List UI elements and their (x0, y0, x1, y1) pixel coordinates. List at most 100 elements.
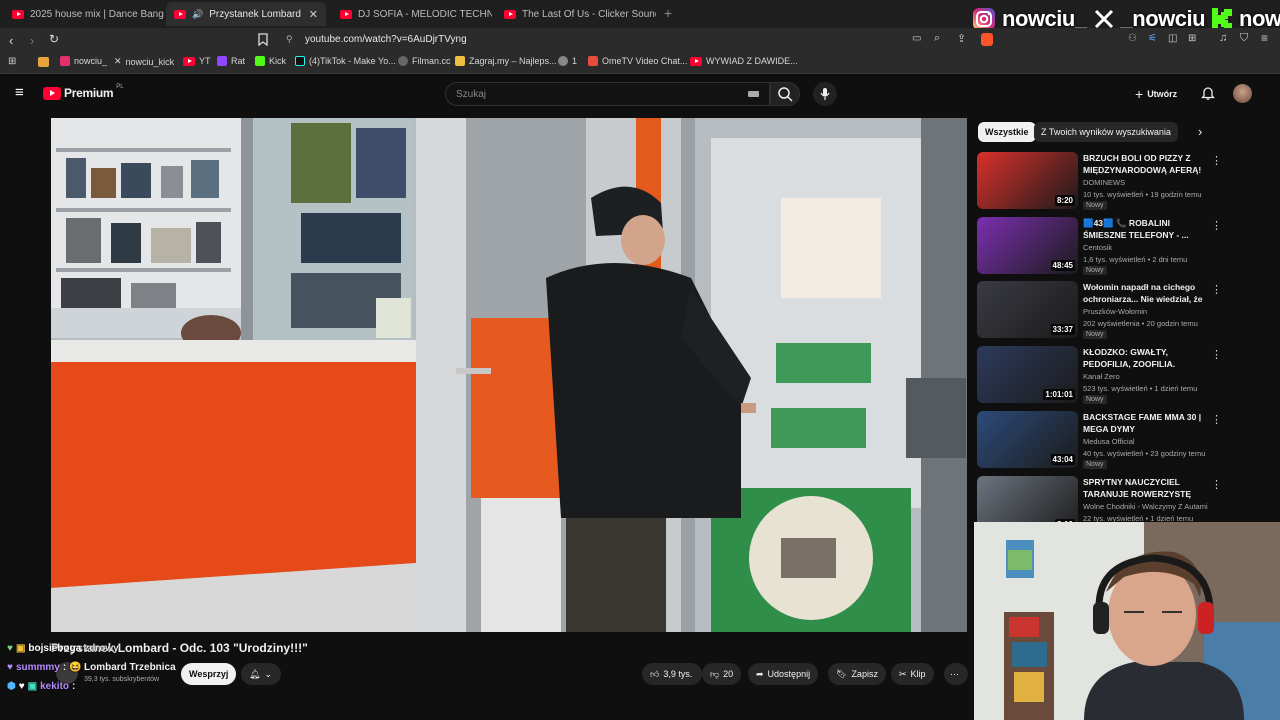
tab-last-of-us[interactable]: The Last Of Us - Clicker Sound Effect (496, 2, 656, 26)
video-thumbnail[interactable]: 8:20 (977, 152, 1078, 209)
channel-name[interactable]: DOMINEWS (1083, 178, 1125, 187)
more-vert-icon[interactable]: ⋮ (1211, 219, 1222, 232)
support-button[interactable]: Wesprzyj (181, 663, 237, 685)
channel-name[interactable]: Kanał Zero (1083, 372, 1120, 381)
more-vert-icon[interactable]: ⋮ (1211, 478, 1222, 491)
bookmark-tiktok[interactable]: (4)TikTok - Make Yo... (295, 56, 396, 66)
video-title[interactable]: BRZUCH BOLI OD PIZZY Z MIĘDZYNARODOWĄ AF… (1083, 153, 1205, 176)
heart-icon: ♥ (7, 662, 13, 673)
channel-name[interactable]: Centosik (1083, 243, 1112, 252)
recommended-video[interactable]: 1:01:01 KŁODZKO: GWAŁTY, PEDOFILIA, ZOOFI… (977, 346, 1222, 404)
chip-from-search[interactable]: Z Twoich wyników wyszukiwania (1034, 122, 1178, 142)
create-button[interactable]: + Utwórz (1135, 86, 1177, 102)
tab-title: 2025 house mix | Dance Bangers - Yo (30, 8, 164, 20)
search-button[interactable] (770, 82, 800, 106)
search-input[interactable]: Szukaj (445, 82, 770, 106)
bookmark-nowciu-instagram[interactable]: nowciu_ (60, 56, 107, 66)
bookmark-ometv[interactable]: OmeTV Video Chat... (588, 56, 687, 66)
video-thumbnail[interactable]: 1:01:01 (977, 346, 1078, 403)
youtube-premium-logo[interactable]: Premium PL (43, 84, 124, 100)
sidebar-toggle-icon[interactable]: ◫ (1168, 33, 1177, 44)
video-title[interactable]: Wołomin napadł na cichego ochroniarza...… (1083, 282, 1205, 306)
bookmark-label: nowciu_kick (125, 56, 175, 67)
more-vert-icon[interactable]: ⋮ (1211, 283, 1222, 296)
chat-username: kekito (40, 681, 70, 692)
close-tab-icon[interactable]: ✕ (309, 8, 318, 21)
tab-house-mix[interactable]: 2025 house mix | Dance Bangers - Yo (4, 2, 164, 26)
channel-name[interactable]: Lombard Trzebnica (84, 662, 176, 673)
reload-icon[interactable]: ↻ (49, 32, 59, 46)
tab-title: Przystanek Lombard - Odc. 1 (209, 8, 303, 20)
recommended-video[interactable]: 43:04 BACKSTAGE FAME MMA 30 | MEGA DYMY Me… (977, 411, 1222, 469)
zoom-icon[interactable]: ⌕ (934, 32, 940, 45)
youtube-favicon-icon (340, 9, 352, 19)
clip-button[interactable]: ✂ Klip (891, 663, 934, 685)
like-count: 3,9 tys. (663, 669, 693, 679)
dislike-button[interactable]: 👎︎ 20 (702, 663, 742, 685)
tab-search-icon[interactable]: ⊞ (1188, 33, 1196, 44)
badge-icon: ▣ (27, 681, 38, 692)
shield-icon[interactable]: ⛉ (1240, 32, 1248, 45)
instagram-icon (60, 56, 70, 66)
video-title[interactable]: SPRYTNY NAUCZYCIEL TARANUJE ROWERZYSTĘ P… (1083, 477, 1205, 501)
brave-shield-icon[interactable] (981, 33, 993, 46)
channel-name[interactable]: Medusa Official (1083, 437, 1135, 446)
music-icon[interactable]: ♫ (1219, 32, 1227, 44)
twitch-icon (217, 56, 227, 66)
video-thumbnail[interactable]: 33:37 (977, 281, 1078, 338)
back-icon[interactable]: ‹ (9, 33, 13, 48)
apps-grid-icon[interactable]: ⊞ (8, 56, 16, 67)
more-vert-icon[interactable]: ⋮ (1211, 413, 1222, 426)
recommended-video[interactable]: 48:45 🟦43🟦 📞 ROBALINI ŚMIESZNE TELEFONY -… (977, 217, 1222, 275)
plus-icon: + (1135, 86, 1144, 102)
hamburger-menu-icon[interactable]: ≡ (15, 84, 24, 101)
globe-icon (398, 56, 408, 66)
notifications-bell-icon[interactable] (1201, 85, 1215, 101)
bookmark-label: OmeTV Video Chat... (602, 56, 688, 66)
bookmark-rat[interactable]: Rat (217, 56, 245, 66)
bookmark-icon[interactable] (258, 33, 268, 46)
video-title[interactable]: BACKSTAGE FAME MMA 30 | MEGA DYMY (1083, 412, 1205, 435)
bookmark-yt[interactable]: YT (183, 56, 211, 66)
voice-search-button[interactable] (813, 82, 837, 106)
subscription-bell-button[interactable]: 🔔︎ ⌄ (241, 663, 281, 685)
avatar[interactable] (1233, 84, 1252, 103)
channel-name[interactable]: Wolne Chodniki - Walczymy Z Autami (1083, 502, 1208, 511)
new-badge: Nowy (1083, 201, 1107, 210)
share-button[interactable]: ➦ Udostępnij (748, 663, 819, 685)
more-actions-button[interactable]: ⋯ (944, 663, 968, 685)
chevron-right-icon[interactable]: › (1198, 124, 1202, 139)
bookmark-nowciu-kick[interactable]: ✕ nowciu_kick (114, 56, 174, 67)
more-vert-icon[interactable]: ⋮ (1211, 154, 1222, 167)
bookmark-wywiad[interactable]: WYWIAD Z DAWIDE... (690, 56, 798, 66)
video-title[interactable]: KŁODZKO: GWAŁTY, PEDOFILIA, ZOOFILIA. WS… (1083, 347, 1205, 371)
chip-all[interactable]: Wszystkie (978, 122, 1036, 142)
video-title[interactable]: 🟦43🟦 📞 ROBALINI ŚMIESZNE TELEFONY - ... (1083, 218, 1205, 241)
recommended-video[interactable]: 33:37 Wołomin napadł na cichego ochroniar… (977, 281, 1222, 339)
share-page-icon[interactable]: ⇪ (957, 32, 966, 45)
new-tab-button[interactable]: + (664, 5, 672, 21)
recommended-video[interactable]: 8:20 BRZUCH BOLI OD PIZZY Z MIĘDZYNARODOW… (977, 152, 1222, 210)
extension-icon[interactable]: ⚇ (1128, 33, 1137, 44)
keyboard-icon[interactable] (748, 91, 759, 97)
bookmark-zagraj[interactable]: Zagraj.my – Najleps... (455, 56, 557, 66)
video-thumbnail[interactable]: 43:04 (977, 411, 1078, 468)
bookmark-kick[interactable]: Kick (255, 56, 286, 66)
cast-icon[interactable]: ▭ (912, 33, 921, 44)
folder-icon[interactable] (38, 57, 49, 67)
bookmark-filman[interactable]: Filman.cc (398, 56, 451, 66)
like-button[interactable]: 👍︎ 3,9 tys. (642, 663, 703, 685)
tab-przystanek-lombard[interactable]: 🔊 Przystanek Lombard - Odc. 1 ✕ (166, 2, 326, 26)
url-bar[interactable]: youtube.com/watch?v=6AuDjrTVyng (305, 34, 467, 45)
video-thumbnail[interactable]: 48:45 (977, 217, 1078, 274)
video-player[interactable] (51, 118, 967, 632)
bookmark-1[interactable]: 1 (558, 56, 577, 66)
menu-icon[interactable]: ≡ (1261, 31, 1268, 45)
forward-icon[interactable]: › (30, 33, 34, 48)
channel-name[interactable]: Pruszków-Wołomin (1083, 307, 1147, 316)
extension-icon[interactable]: ⚟ (1148, 33, 1157, 44)
tab-dj-sofia[interactable]: DJ SOFIA - MELODIC TECHNO & FUT (332, 2, 492, 26)
more-vert-icon[interactable]: ⋮ (1211, 348, 1222, 361)
save-button[interactable]: 🔖︎ Zapisz (828, 663, 886, 685)
site-info-icon[interactable]: ⚲ (286, 34, 293, 45)
